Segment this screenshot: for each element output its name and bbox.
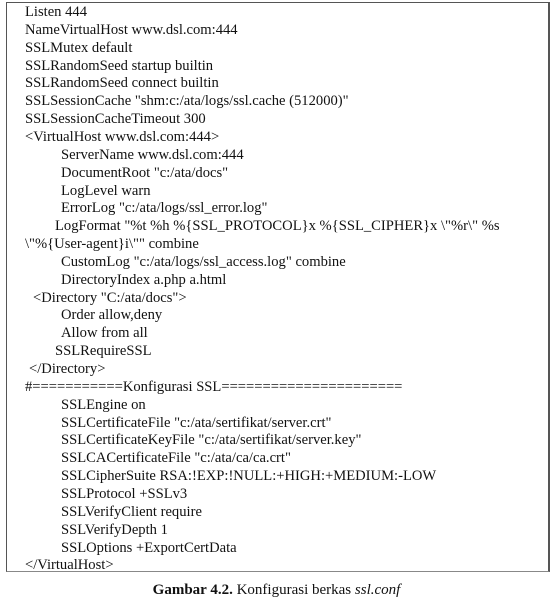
- config-line: ServerName www.dsl.com:444: [61, 146, 244, 163]
- config-line: SSLCertificateKeyFile "c:/ata/sertifikat…: [61, 432, 362, 449]
- config-line: ErrorLog "c:/ata/logs/ssl_error.log": [61, 200, 268, 217]
- config-line: </Directory>: [29, 361, 106, 377]
- config-line: SSLSessionCacheTimeout 300: [25, 111, 206, 128]
- config-line: Allow from all: [61, 325, 148, 342]
- config-line: SSLCACertificateFile "c:/ata/ca/ca.crt": [61, 450, 291, 467]
- config-line: <Directory "C:/ata/docs">: [33, 289, 187, 306]
- config-line: SSLRandomSeed startup builtin: [25, 57, 214, 74]
- config-line: SSLOptions +ExportCertData: [61, 539, 237, 556]
- config-line: DocumentRoot "c:/ata/docs": [61, 164, 229, 181]
- config-line: CustomLog "c:/ata/logs/ssl_access.log" c…: [61, 253, 346, 270]
- config-line: <VirtualHost www.dsl.com:444>: [25, 128, 220, 145]
- config-line: SSLCipherSuite RSA:!EXP:!NULL:+HIGH:+MED…: [61, 468, 437, 485]
- config-line: Order allow,deny: [61, 307, 163, 324]
- config-line: #===========Konfigurasi SSL=============…: [25, 378, 403, 395]
- caption-text: Konfigurasi berkas: [232, 582, 355, 598]
- config-line: Listen 444: [25, 4, 88, 20]
- caption-label: Gambar 4.2.: [152, 582, 233, 598]
- config-line: LogFormat "%t %h %{SSL_PROTOCOL}x %{SSL_…: [55, 218, 500, 235]
- config-line: SSLRandomSeed connect builtin: [25, 75, 219, 92]
- config-line: \"%{User-agent}i\"" combine: [25, 236, 199, 253]
- config-line: SSLEngine on: [61, 396, 146, 413]
- config-line: SSLVerifyClient require: [61, 503, 202, 520]
- config-line: SSLSessionCache "shm:c:/ata/logs/ssl.cac…: [25, 93, 349, 110]
- config-line: SSLVerifyDepth 1: [61, 521, 168, 538]
- config-line: LogLevel warn: [61, 182, 151, 199]
- config-line: SSLMutex default: [25, 39, 133, 56]
- config-line: DirectoryIndex a.php a.html: [61, 271, 227, 288]
- figure-caption: Gambar 4.2. Konfigurasi berkas ssl.conf: [0, 582, 553, 599]
- config-line: SSLCertificateFile "c:/ata/sertifikat/se…: [61, 414, 332, 431]
- caption-filename: ssl.conf: [354, 582, 401, 598]
- config-line: SSLRequireSSL: [55, 343, 152, 360]
- config-line: SSLProtocol +SSLv3: [61, 485, 188, 502]
- config-code-box: Listen 444 NameVirtualHost www.dsl.com:44…: [6, 2, 550, 574]
- config-line: NameVirtualHost www.dsl.com:444: [25, 21, 238, 38]
- config-line: </VirtualHost>: [25, 557, 114, 574]
